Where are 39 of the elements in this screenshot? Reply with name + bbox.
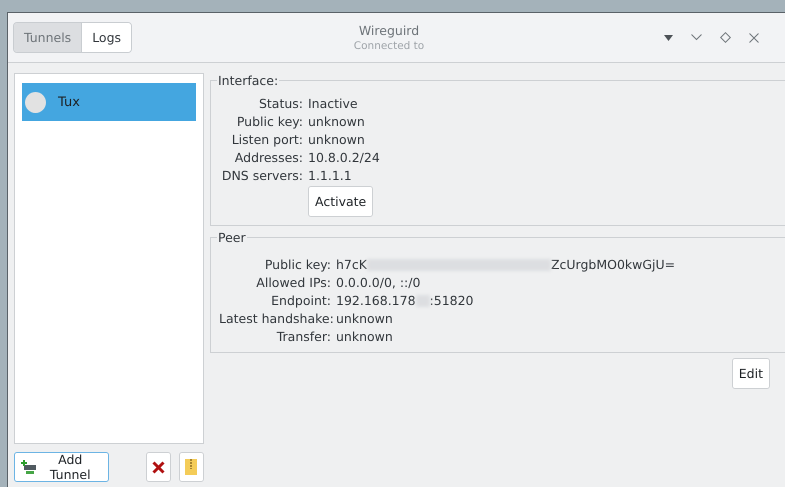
edit-button[interactable]: Edit [732,358,770,389]
field-value: 192.168.178 :51820 [336,293,475,308]
field-label: Status: [258,96,303,111]
section-title: Peer [217,230,247,245]
field-value: 1.1.1.1 [308,168,353,183]
field-label: Allowed IPs: [255,275,331,290]
tab[interactable]: Tunnels [14,23,82,52]
field-label: Public key: [264,257,331,272]
maximize-icon[interactable] [720,32,731,43]
field-value: unknown [308,132,366,147]
field-label: Endpoint: [270,293,331,308]
section-title: Interface: [217,73,280,88]
add-network-icon [21,460,36,474]
tunnel-item[interactable]: Tux [22,83,196,121]
zip-folder-icon [185,459,198,475]
window-title: Wireguird [358,23,420,38]
field-label: Latest handshake: [219,311,331,326]
dropdown-icon[interactable] [664,34,673,40]
add-tunnel-button[interactable]: Add Tunnel [14,452,109,482]
window-subtitle: Connected to [354,40,424,52]
field-value: 10.8.0.2/24 [308,150,380,165]
minimize-icon[interactable] [691,34,702,41]
tunnel-name: Tux [58,94,80,110]
delete-button[interactable] [146,452,171,482]
field-label: Listen port: [230,132,303,147]
field-label: DNS servers: [220,168,303,183]
field-value: unknown [308,114,366,129]
field-label: Addresses: [234,150,303,165]
field-label: Transfer: [276,329,331,344]
field-value: Inactive [308,96,359,111]
field-label: Public key: [236,114,303,129]
activate-button[interactable]: Activate [308,186,374,217]
delete-icon [152,460,165,474]
field-value: 0.0.0.0/0, ::/0 [336,275,422,290]
field-value: unknown [336,329,394,344]
field-value: unknown [336,311,394,326]
close-icon[interactable] [749,32,759,42]
tab[interactable]: Logs [82,23,132,52]
field-value: h7cK ZcUrgbMO0kwGjU= [336,257,676,272]
